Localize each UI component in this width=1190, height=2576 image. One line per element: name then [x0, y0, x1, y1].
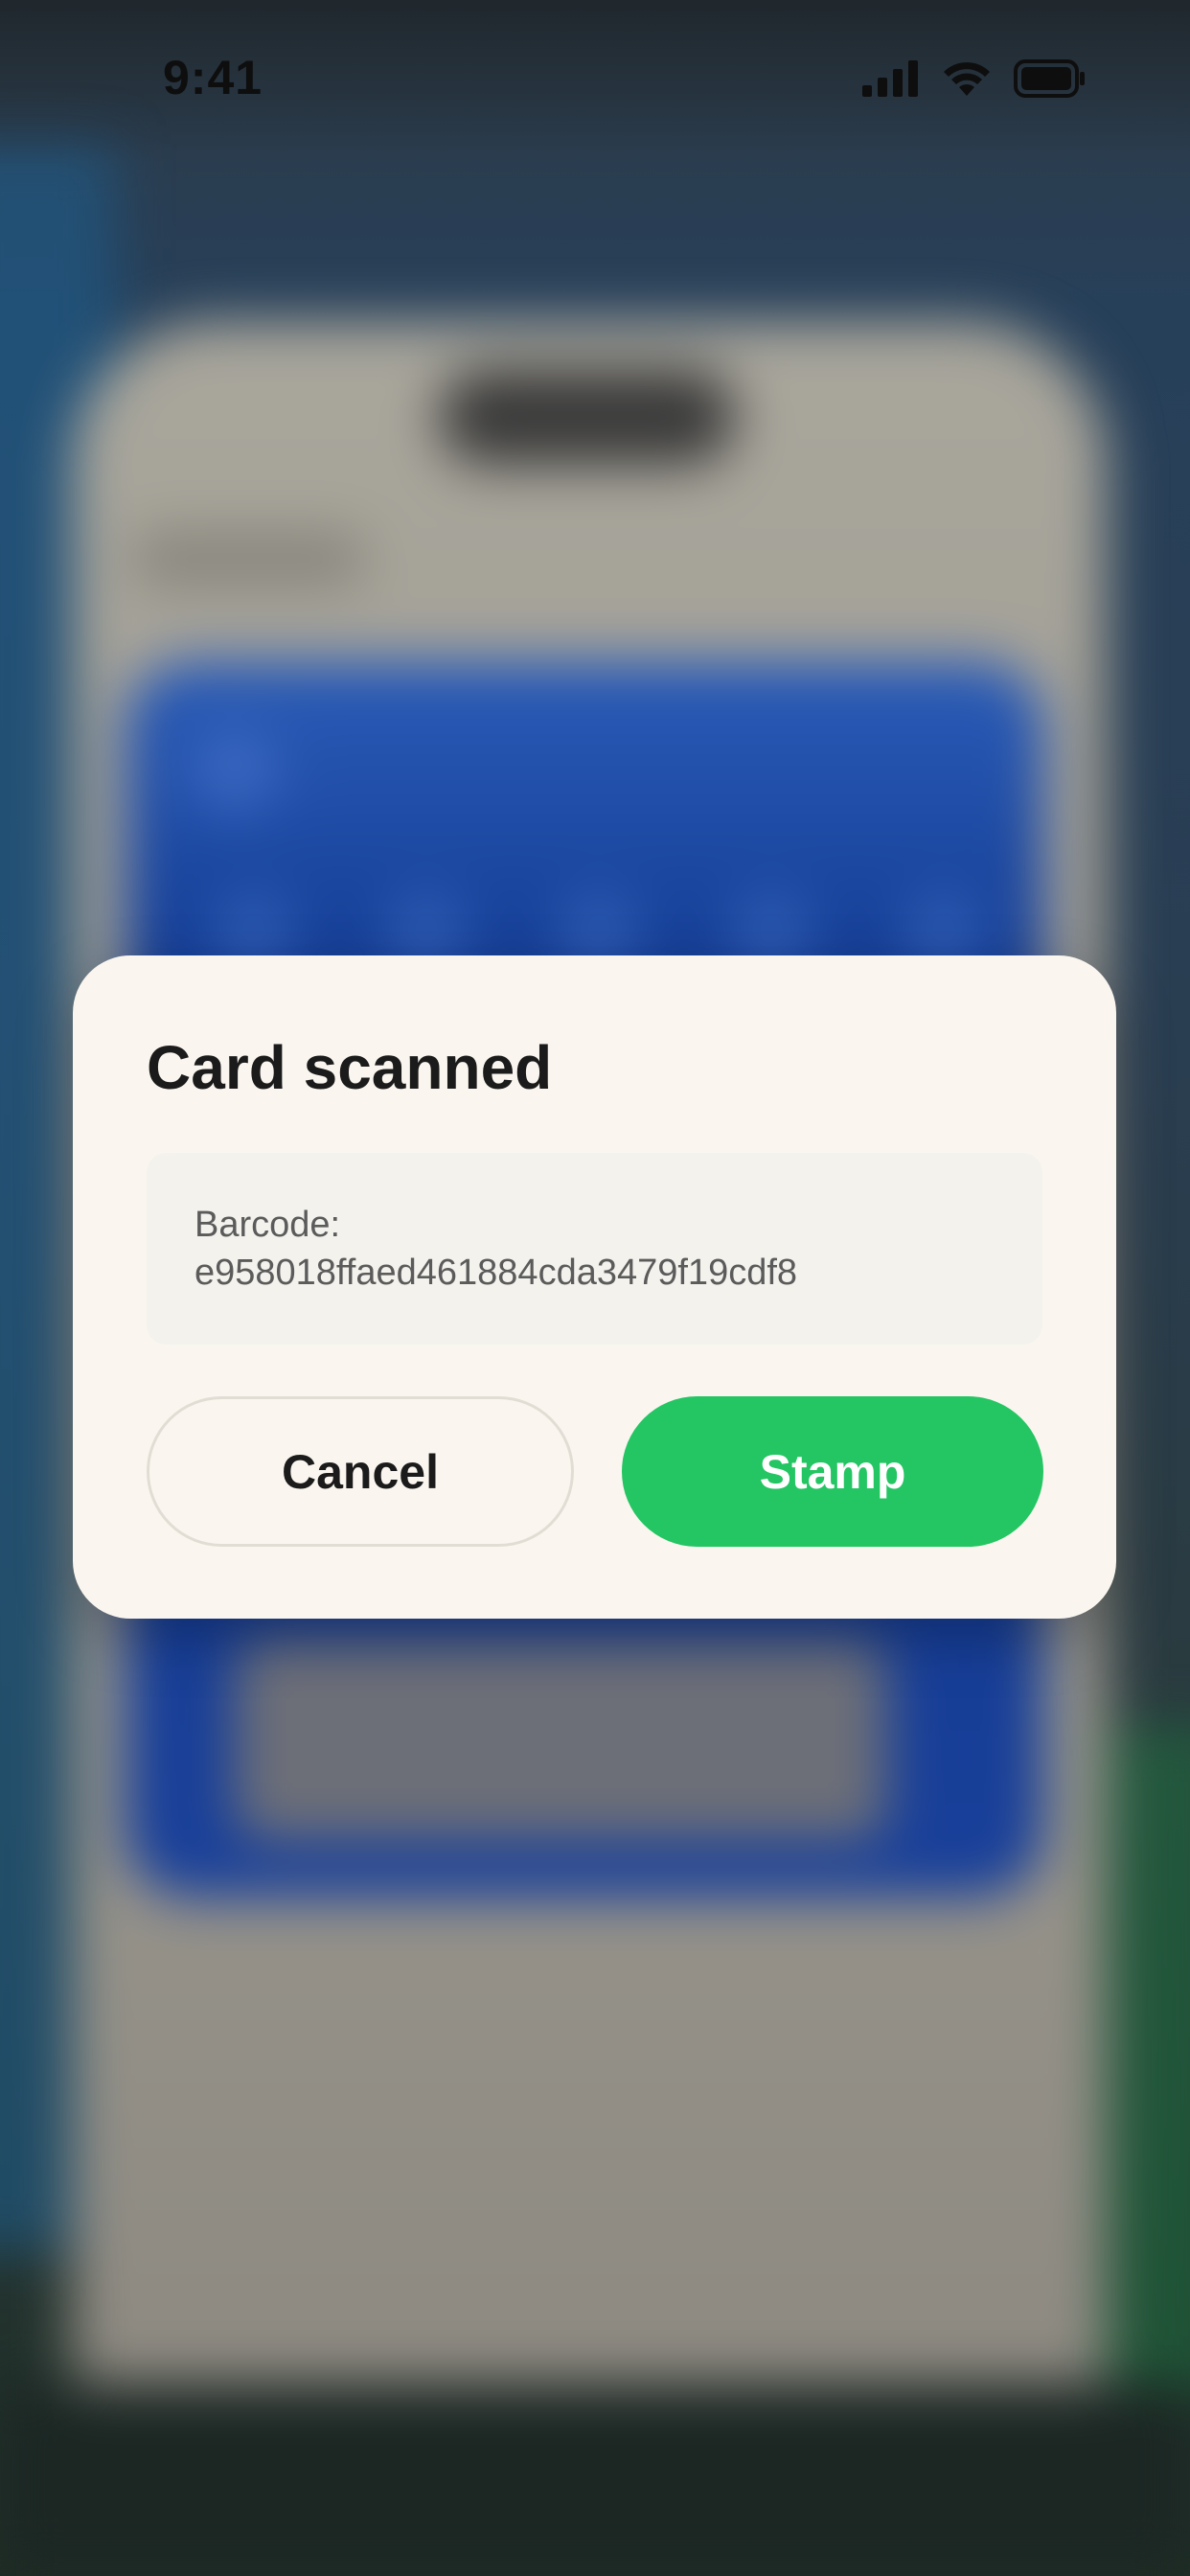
- status-icons: [862, 59, 1087, 103]
- dialog-title: Card scanned: [147, 1033, 553, 1102]
- barcode-info-box: Barcode: e958018ffaed461884cda3479f19cdf…: [147, 1153, 1042, 1345]
- background-bottom-shade: [0, 2384, 1190, 2576]
- card-scanned-dialog: Card scanned Barcode: e958018ffaed461884…: [73, 955, 1116, 1619]
- screen: 9:41 Card scanned Barcode: e958018ffaed4…: [0, 0, 1190, 2576]
- barcode-value: e958018ffaed461884cda3479f19cdf8: [195, 1253, 798, 1293]
- status-time: 9:41: [163, 51, 263, 104]
- barcode-label: Barcode:: [195, 1205, 341, 1245]
- cancel-button[interactable]: Cancel: [147, 1396, 574, 1547]
- background-header: [134, 532, 364, 585]
- battery-icon: [1014, 59, 1087, 103]
- background-barcode: [235, 1639, 886, 1840]
- stamp-button[interactable]: Stamp: [622, 1396, 1043, 1547]
- background-phone-notch: [439, 369, 736, 465]
- cellular-signal-icon: [862, 60, 920, 102]
- background-glow-right: [1094, 1725, 1190, 2396]
- background-card-logo: [192, 728, 278, 815]
- status-bar: 9:41: [0, 0, 1190, 163]
- wifi-icon: [941, 59, 993, 103]
